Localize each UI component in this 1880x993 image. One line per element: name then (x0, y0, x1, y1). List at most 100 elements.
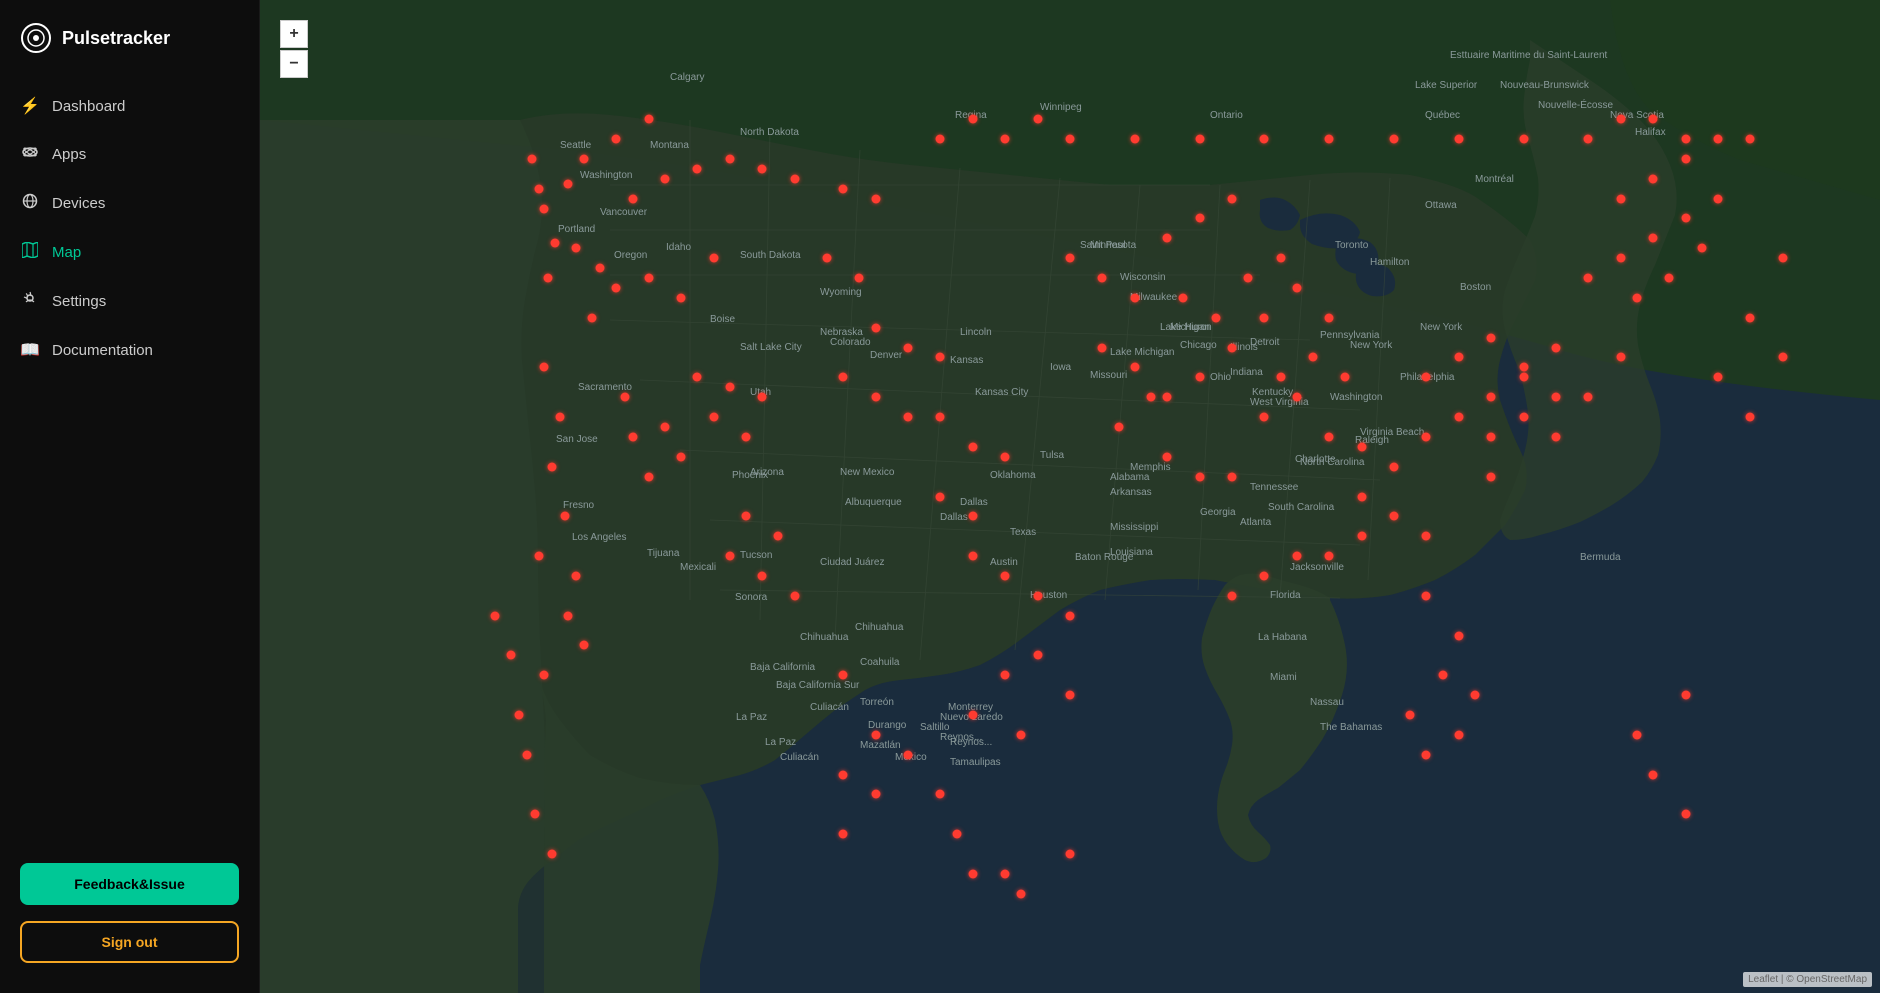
svg-text:Portland: Portland (558, 224, 595, 235)
svg-text:Montréal: Montréal (1475, 174, 1514, 185)
svg-text:Washington: Washington (580, 170, 632, 181)
zoom-in-button[interactable]: + (280, 20, 308, 48)
documentation-icon: 📖 (20, 340, 40, 360)
svg-text:Nassau: Nassau (1310, 697, 1344, 708)
pulsetracker-logo-icon (20, 22, 52, 54)
svg-text:Denver: Denver (870, 350, 903, 361)
sidebar-item-documentation[interactable]: 📖 Documentation (0, 326, 259, 374)
svg-text:La Paz: La Paz (765, 737, 796, 748)
svg-text:Detroit: Detroit (1250, 337, 1280, 348)
svg-text:West Virginia: West Virginia (1250, 397, 1309, 408)
sidebar-item-documentation-label: Documentation (52, 342, 153, 359)
sidebar-item-apps[interactable]: Apps (0, 130, 259, 179)
svg-text:Baton Rouge: Baton Rouge (1075, 552, 1134, 563)
svg-text:Calgary: Calgary (670, 72, 704, 83)
svg-text:Florida: Florida (1270, 590, 1301, 601)
svg-text:South Carolina: South Carolina (1268, 502, 1335, 513)
svg-text:Mississippi: Mississippi (1110, 522, 1158, 533)
svg-text:Iowa: Iowa (1050, 362, 1072, 373)
map-svg: Seattle Portland Sacramento San Jose Fre… (260, 0, 1880, 993)
svg-text:Milwaukee: Milwaukee (1130, 292, 1178, 303)
sidebar-item-map-label: Map (52, 244, 81, 261)
svg-text:Nouvelle-Écosse: Nouvelle-Écosse (1538, 98, 1613, 111)
svg-text:Missouri: Missouri (1090, 370, 1127, 381)
svg-text:Chihuahua: Chihuahua (855, 622, 904, 633)
svg-text:Dallas: Dallas (940, 512, 968, 523)
svg-text:Reynos...: Reynos... (950, 737, 992, 748)
svg-text:Nouveau-Brunswick: Nouveau-Brunswick (1500, 80, 1590, 91)
svg-text:Fresno: Fresno (563, 500, 595, 511)
svg-text:Culiacán: Culiacán (780, 752, 819, 763)
devices-icon (20, 193, 40, 214)
svg-text:Lake Superior: Lake Superior (1415, 80, 1478, 91)
svg-text:Sacramento: Sacramento (578, 382, 632, 393)
svg-text:Texas: Texas (1010, 527, 1036, 538)
svg-text:Tucson: Tucson (740, 550, 772, 561)
svg-text:Torreón: Torreón (860, 697, 894, 708)
app-name: Pulsetracker (62, 28, 170, 49)
svg-text:Nova Scotia: Nova Scotia (1610, 110, 1664, 121)
sign-out-button[interactable]: Sign out (20, 921, 239, 963)
svg-text:Durango: Durango (868, 720, 907, 731)
nav-items: ⚡ Dashboard Apps Devices (0, 72, 259, 847)
svg-text:Culiacán: Culiacán (810, 702, 849, 713)
svg-text:Miami: Miami (1270, 672, 1297, 683)
svg-text:Utah: Utah (750, 387, 771, 398)
svg-text:Arizona: Arizona (750, 467, 784, 478)
svg-text:Lake Huron: Lake Huron (1160, 322, 1212, 333)
svg-text:Kansas: Kansas (950, 355, 983, 366)
svg-text:La Paz: La Paz (736, 712, 767, 723)
svg-text:Seattle: Seattle (560, 140, 592, 151)
svg-text:South Dakota: South Dakota (740, 250, 801, 261)
sidebar-item-devices[interactable]: Devices (0, 179, 259, 228)
svg-text:Oregon: Oregon (614, 250, 647, 261)
svg-text:Oklahoma: Oklahoma (990, 470, 1036, 481)
sidebar-item-settings[interactable]: Settings (0, 277, 259, 326)
sidebar-item-dashboard-label: Dashboard (52, 98, 125, 115)
svg-text:Chihuahua: Chihuahua (800, 632, 849, 643)
feedback-button[interactable]: Feedback&Issue (20, 863, 239, 905)
svg-text:Lincoln: Lincoln (960, 327, 992, 338)
sidebar-item-dashboard[interactable]: ⚡ Dashboard (0, 82, 259, 130)
svg-text:Mexicali: Mexicali (680, 562, 716, 573)
svg-text:Philadelphia: Philadelphia (1400, 372, 1455, 383)
svg-text:Kansas City: Kansas City (975, 387, 1028, 398)
apps-icon (20, 144, 40, 165)
svg-text:North Dakota: North Dakota (740, 127, 799, 138)
svg-text:Colorado: Colorado (830, 337, 871, 348)
svg-text:La Habana: La Habana (1258, 632, 1307, 643)
sidebar-item-map[interactable]: Map (0, 228, 259, 277)
map-attribution: Leaflet | © OpenStreetMap (1743, 972, 1872, 987)
dashboard-icon: ⚡ (20, 96, 40, 116)
svg-text:Tulsa: Tulsa (1040, 450, 1065, 461)
svg-text:Toronto: Toronto (1335, 240, 1369, 251)
svg-text:Chicago: Chicago (1180, 340, 1217, 351)
svg-text:Salt Lake City: Salt Lake City (740, 342, 802, 353)
svg-text:Tamaulipas: Tamaulipas (950, 757, 1001, 768)
svg-text:Baja California: Baja California (750, 662, 815, 673)
svg-text:Wisconsin: Wisconsin (1120, 272, 1166, 283)
svg-text:Tijuana: Tijuana (647, 548, 680, 559)
svg-text:Bermuda: Bermuda (1580, 552, 1621, 563)
svg-text:Albuquerque: Albuquerque (845, 497, 902, 508)
svg-text:Winnipeg: Winnipeg (1040, 102, 1082, 113)
map-container[interactable]: Seattle Portland Sacramento San Jose Fre… (260, 0, 1880, 993)
zoom-out-button[interactable]: − (280, 50, 308, 78)
svg-text:Arkansas: Arkansas (1110, 487, 1152, 498)
svg-text:México: México (895, 752, 927, 763)
svg-text:Charlotte: Charlotte (1295, 454, 1336, 465)
svg-text:Ottawa: Ottawa (1425, 200, 1457, 211)
svg-text:San Jose: San Jose (556, 434, 598, 445)
logo-area: Pulsetracker (0, 0, 259, 72)
sidebar-item-devices-label: Devices (52, 195, 105, 212)
svg-text:Indiana: Indiana (1230, 367, 1263, 378)
svg-text:New York: New York (1420, 322, 1463, 333)
svg-text:Québec: Québec (1425, 110, 1460, 121)
svg-text:Houston: Houston (1030, 590, 1067, 601)
sidebar-item-settings-label: Settings (52, 293, 106, 310)
map-icon (20, 242, 40, 263)
svg-text:Dallas: Dallas (960, 497, 988, 508)
svg-text:Montana: Montana (650, 140, 689, 151)
svg-text:Nuevo Laredo: Nuevo Laredo (940, 712, 1003, 723)
svg-text:Monterrey: Monterrey (948, 702, 993, 713)
